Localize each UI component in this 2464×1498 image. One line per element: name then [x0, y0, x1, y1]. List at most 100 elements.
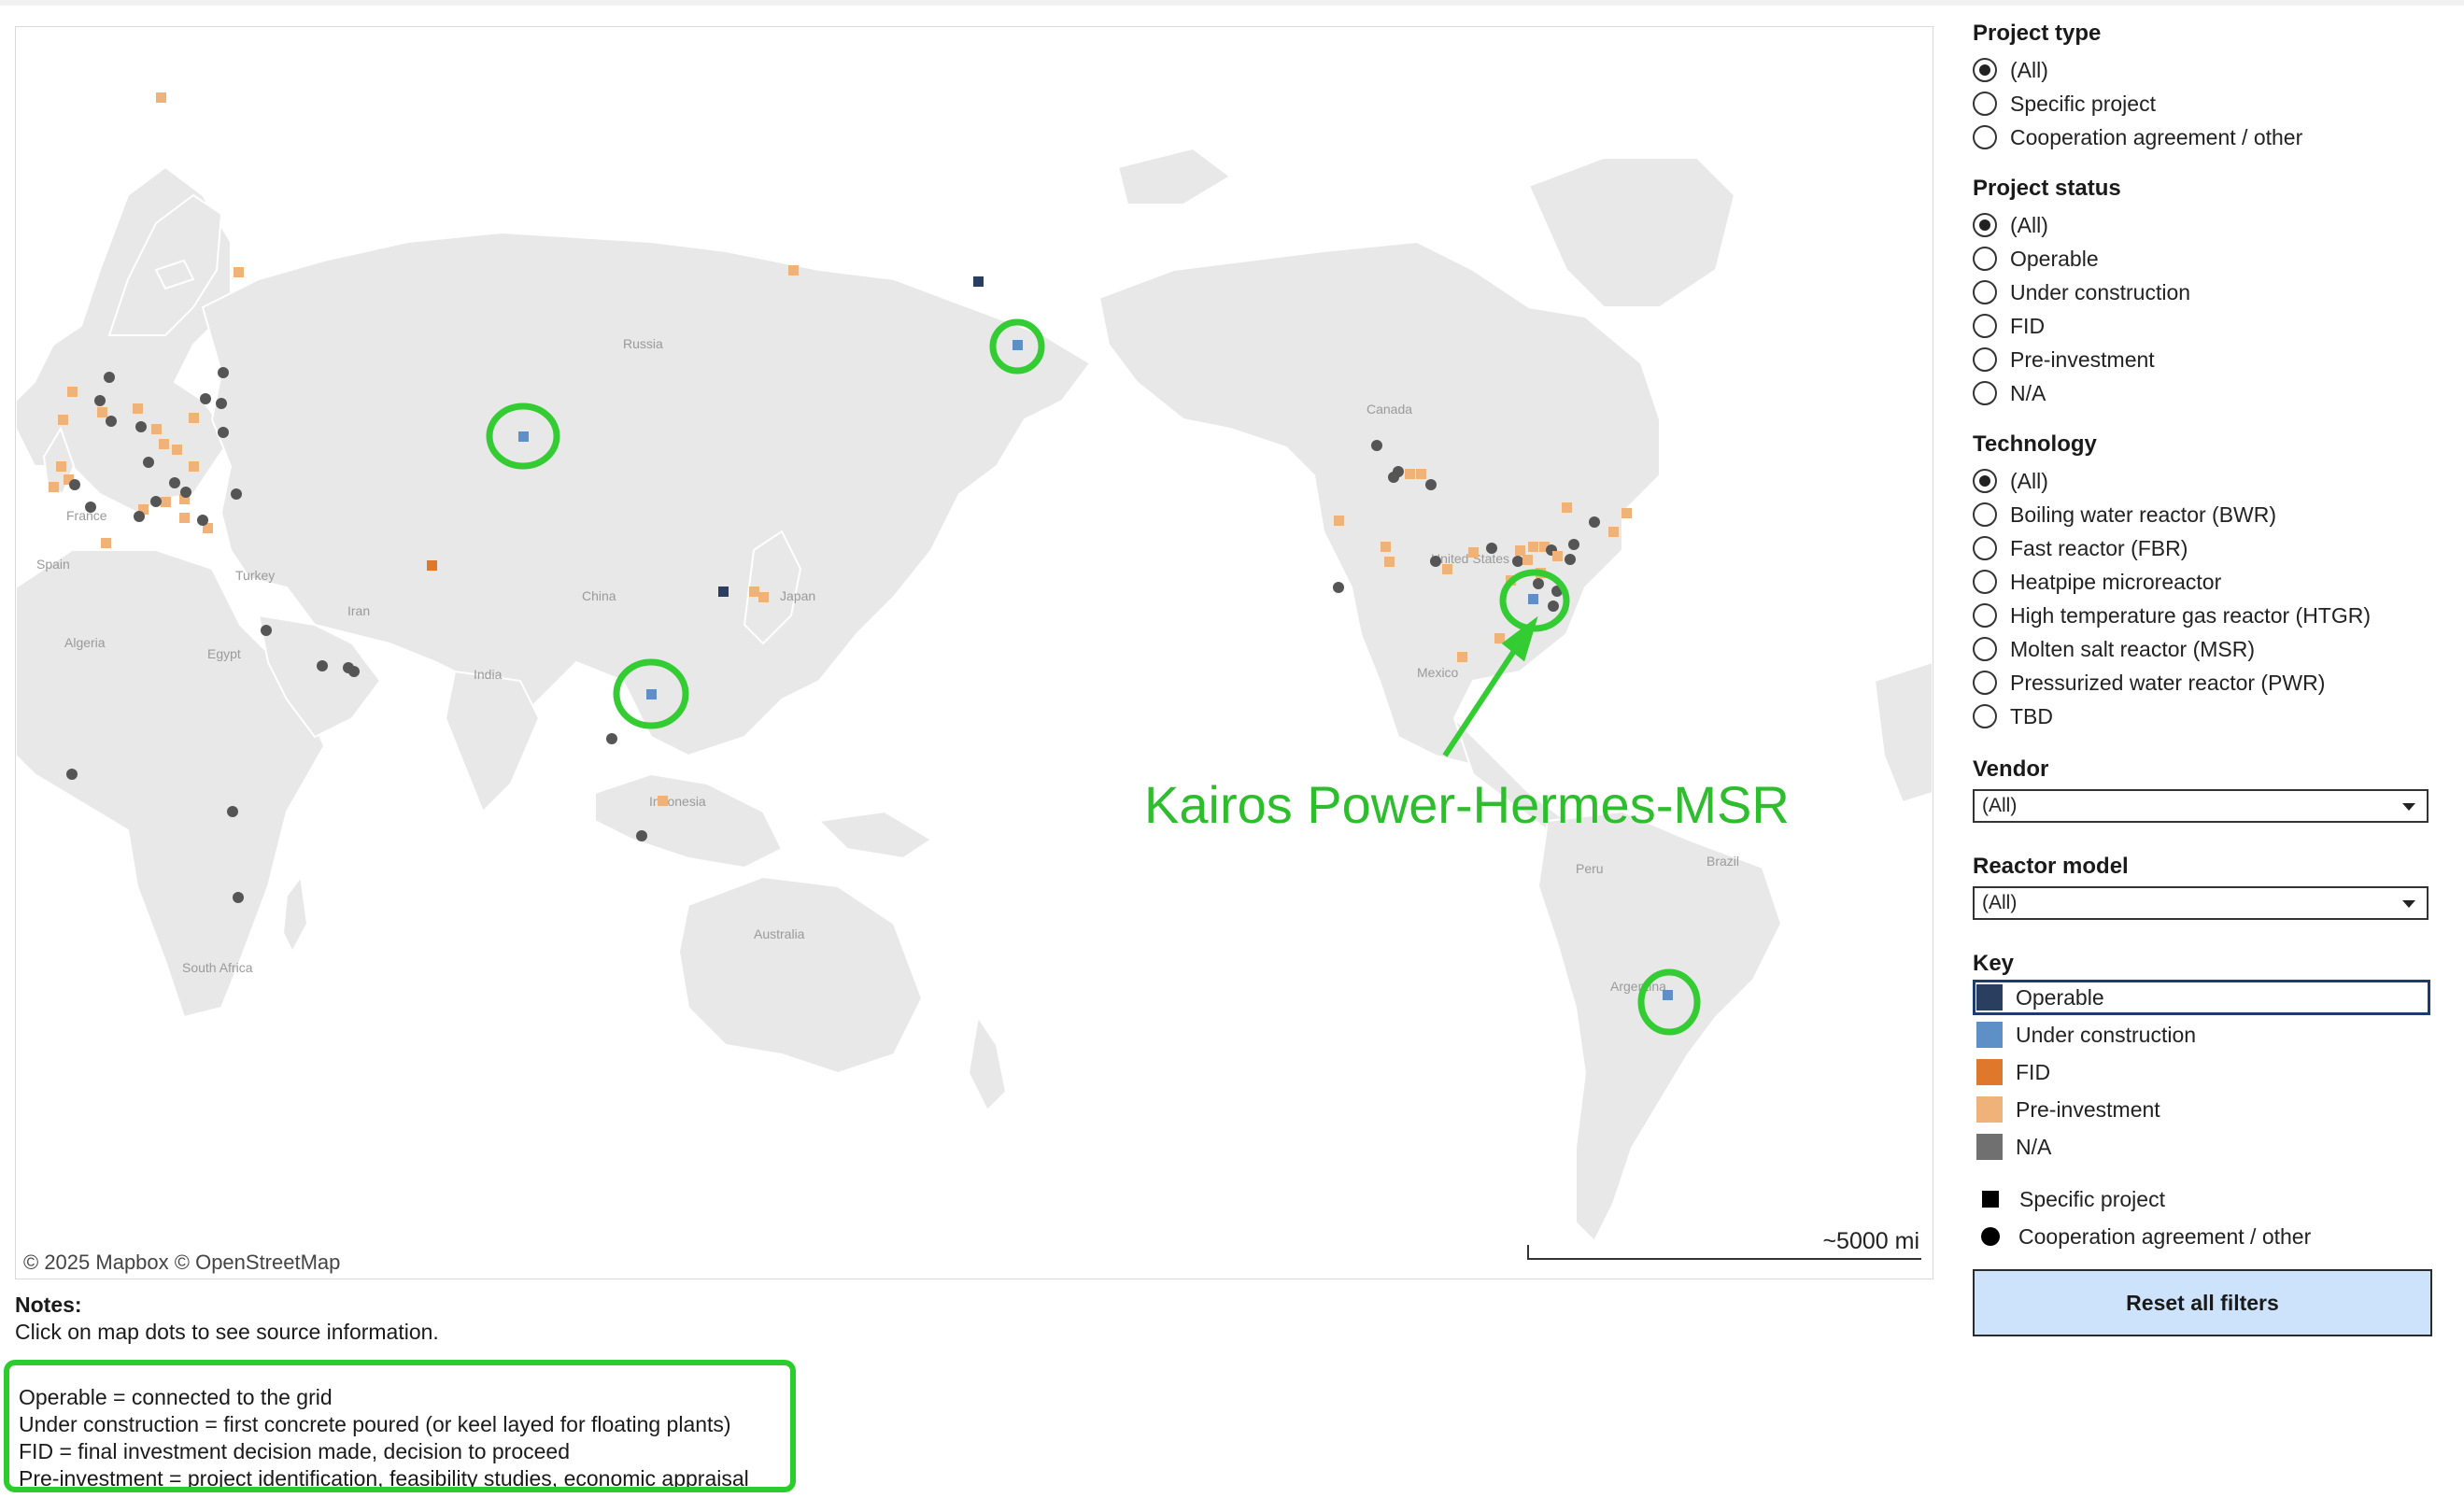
project-marker[interactable]	[85, 502, 96, 513]
project-marker[interactable]	[973, 276, 984, 287]
radio-status-all[interactable]: (All)	[1973, 209, 2048, 241]
project-marker[interactable]	[56, 461, 66, 472]
radio-dot[interactable]	[1973, 280, 1997, 304]
project-marker[interactable]	[1515, 545, 1525, 556]
radio-project-type-specific[interactable]: Specific project	[1973, 88, 2156, 120]
radio-dot[interactable]	[1973, 603, 1997, 628]
radio-project-type-cooperation[interactable]: Cooperation agreement / other	[1973, 121, 2302, 153]
project-marker[interactable]	[161, 497, 171, 507]
vendor-dropdown[interactable]: (All)	[1973, 789, 2429, 823]
radio-dot[interactable]	[1973, 502, 1997, 527]
radio-status-under-construction[interactable]: Under construction	[1973, 276, 2190, 308]
key-item-na[interactable]: N/A	[1973, 1129, 2051, 1165]
project-marker[interactable]	[1371, 440, 1382, 451]
project-marker[interactable]	[69, 479, 80, 490]
project-marker[interactable]	[151, 424, 162, 434]
project-marker[interactable]	[1405, 469, 1415, 479]
radio-tech-htgr[interactable]: High temperature gas reactor (HTGR)	[1973, 600, 2371, 631]
project-marker[interactable]	[1334, 516, 1344, 526]
radio-tech-heatpipe[interactable]: Heatpipe microreactor	[1973, 566, 2221, 598]
radio-dot[interactable]	[1973, 125, 1997, 149]
radio-dot[interactable]	[1973, 347, 1997, 372]
project-marker[interactable]	[758, 592, 769, 602]
radio-tech-bwr[interactable]: Boiling water reactor (BWR)	[1973, 499, 2276, 530]
project-marker[interactable]	[1333, 582, 1344, 593]
project-marker[interactable]	[1565, 554, 1576, 565]
project-marker[interactable]	[104, 372, 115, 383]
chevron-down-icon[interactable]	[2402, 803, 2415, 811]
project-marker[interactable]	[135, 421, 147, 432]
project-marker[interactable]	[197, 515, 208, 526]
project-marker[interactable]	[150, 496, 162, 507]
radio-dot[interactable]	[1973, 92, 1997, 116]
project-marker[interactable]	[1528, 542, 1538, 552]
project-marker[interactable]	[231, 488, 242, 500]
key-item-pre-investment[interactable]: Pre-investment	[1973, 1092, 2160, 1127]
project-marker[interactable]	[1388, 472, 1399, 483]
radio-dot[interactable]	[1973, 213, 1997, 237]
radio-dot[interactable]	[1973, 570, 1997, 594]
project-marker[interactable]	[218, 367, 229, 378]
project-marker[interactable]	[156, 92, 166, 103]
project-marker[interactable]	[1416, 469, 1426, 479]
project-marker[interactable]	[1013, 340, 1023, 350]
project-marker[interactable]	[233, 892, 244, 903]
radio-dot[interactable]	[1973, 58, 1997, 82]
project-marker[interactable]	[143, 457, 154, 468]
project-marker[interactable]	[101, 538, 111, 548]
radio-dot[interactable]	[1973, 637, 1997, 661]
project-marker[interactable]	[179, 513, 190, 523]
project-marker[interactable]	[189, 461, 199, 472]
key-shape-cooperation[interactable]: Cooperation agreement / other	[1973, 1220, 2311, 1253]
radio-dot[interactable]	[1973, 536, 1997, 560]
radio-tech-fbr[interactable]: Fast reactor (FBR)	[1973, 532, 2188, 564]
radio-status-na[interactable]: N/A	[1973, 377, 2046, 409]
project-marker[interactable]	[518, 431, 529, 442]
map-canvas[interactable]: Russia China India Iran Turkey Egypt Algeria Sp…	[16, 27, 1933, 1279]
project-marker[interactable]	[94, 395, 106, 406]
project-marker[interactable]	[1552, 551, 1563, 561]
radio-project-type-all[interactable]: (All)	[1973, 54, 2048, 86]
project-marker[interactable]	[97, 407, 107, 417]
project-marker[interactable]	[1528, 594, 1538, 604]
key-item-operable[interactable]: Operable	[1973, 980, 2430, 1015]
radio-dot[interactable]	[1973, 704, 1997, 728]
radio-dot[interactable]	[1973, 469, 1997, 493]
reset-filters-button[interactable]: Reset all filters	[1973, 1269, 2432, 1336]
radio-dot[interactable]	[1973, 671, 1997, 695]
project-marker[interactable]	[189, 413, 199, 423]
radio-tech-msr[interactable]: Molten salt reactor (MSR)	[1973, 633, 2255, 665]
project-marker[interactable]	[1512, 556, 1523, 567]
project-marker[interactable]	[261, 625, 272, 636]
project-marker[interactable]	[1384, 557, 1395, 567]
project-marker[interactable]	[606, 733, 617, 744]
radio-tech-pwr[interactable]: Pressurized water reactor (PWR)	[1973, 667, 2325, 699]
project-marker[interactable]	[169, 477, 180, 488]
project-marker[interactable]	[1486, 543, 1497, 554]
project-marker[interactable]	[134, 511, 145, 522]
project-marker[interactable]	[1381, 542, 1391, 552]
project-marker[interactable]	[1568, 539, 1579, 550]
project-marker[interactable]	[66, 769, 78, 780]
project-marker[interactable]	[1457, 652, 1467, 662]
project-marker[interactable]	[1621, 508, 1632, 518]
project-marker[interactable]	[58, 415, 68, 425]
project-marker[interactable]	[216, 398, 227, 409]
project-marker[interactable]	[1468, 547, 1479, 558]
project-marker[interactable]	[1548, 601, 1559, 612]
project-marker[interactable]	[658, 796, 668, 806]
reactor-model-dropdown[interactable]: (All)	[1973, 886, 2429, 920]
project-marker[interactable]	[1663, 990, 1673, 1000]
project-marker[interactable]	[788, 265, 799, 276]
key-shape-specific[interactable]: Specific project	[1973, 1182, 2165, 1216]
project-marker[interactable]	[159, 439, 169, 449]
project-marker[interactable]	[1522, 555, 1533, 565]
world-map[interactable]: Russia China India Iran Turkey Egypt Algeria Sp…	[15, 26, 1933, 1279]
key-item-fid[interactable]: FID	[1973, 1054, 2050, 1090]
project-marker[interactable]	[749, 586, 759, 597]
project-marker[interactable]	[1425, 479, 1437, 490]
project-marker[interactable]	[646, 689, 657, 700]
radio-status-pre-investment[interactable]: Pre-investment	[1973, 344, 2155, 375]
chevron-down-icon[interactable]	[2402, 900, 2415, 908]
project-marker[interactable]	[106, 416, 117, 427]
